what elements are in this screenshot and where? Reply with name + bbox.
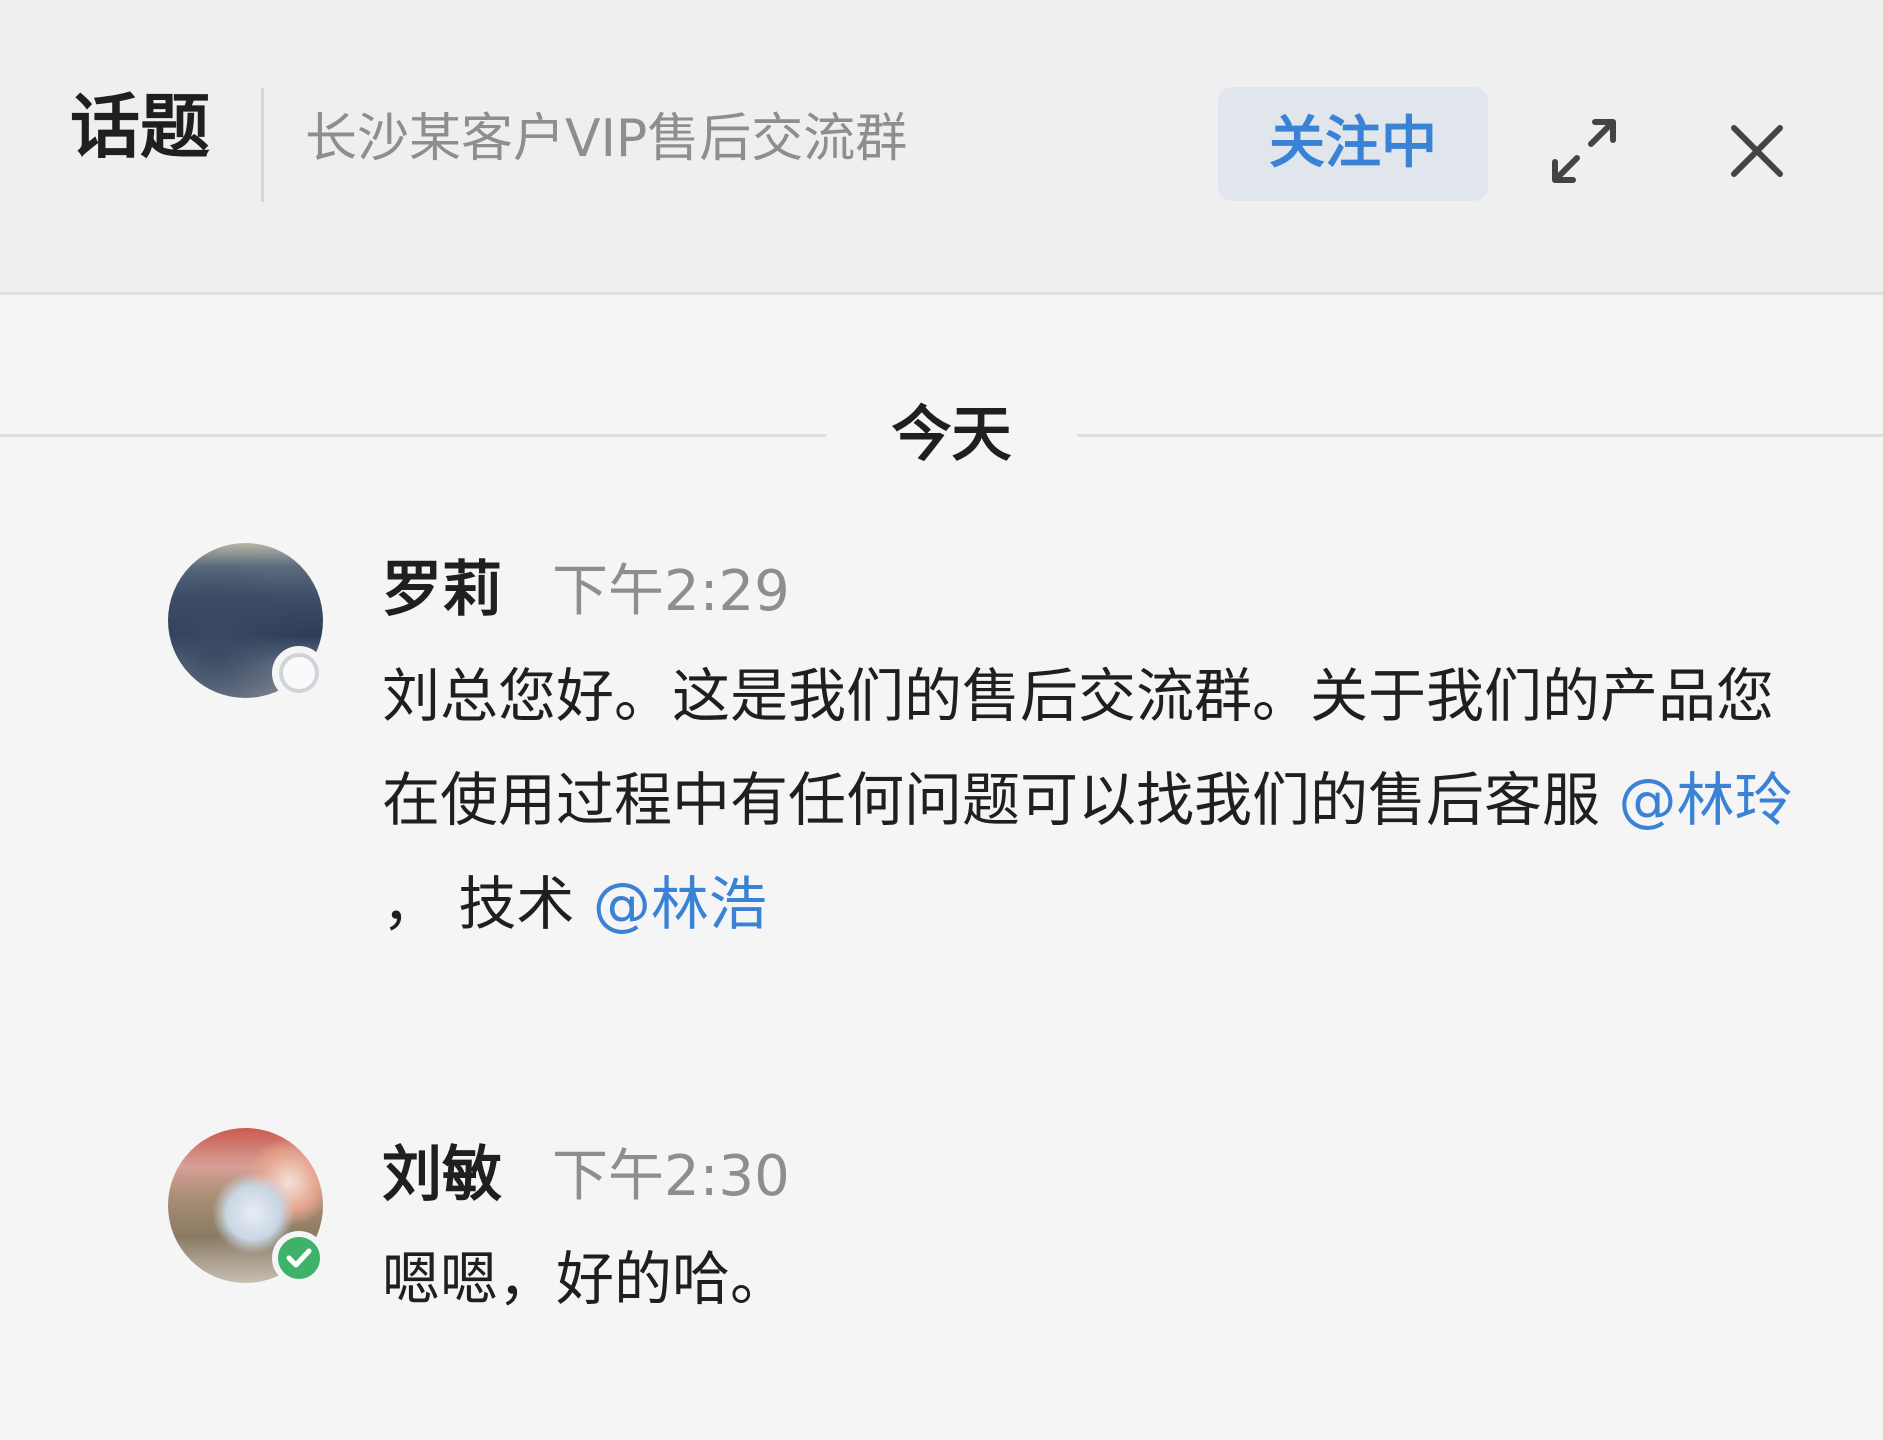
date-label: 今天 (891, 400, 1012, 470)
status-offline-icon (272, 646, 326, 700)
message-text-part: 刘总您好。这是我们的售后交流群。关于我们的产品您在使用过程中有任何问题可以找我们… (382, 662, 1775, 834)
header-divider (261, 88, 264, 202)
group-name: 长沙某客户VIP售后交流群 (305, 109, 908, 169)
sender-name[interactable]: 罗莉 (382, 560, 502, 620)
panel-title: 话题 (70, 86, 210, 168)
expand-icon[interactable] (1539, 106, 1629, 196)
close-icon[interactable] (1712, 106, 1802, 196)
status-online-icon (272, 1231, 326, 1285)
mention-link[interactable]: @林玲 (1618, 766, 1792, 834)
message-time: 下午2:30 (552, 1144, 790, 1209)
message-text-part: ， 技术 (382, 870, 593, 938)
topic-header: 话题 长沙某客户VIP售后交流群 关注中 (0, 0, 1883, 295)
mention-link[interactable]: @林浩 (593, 870, 767, 938)
follow-button[interactable]: 关注中 (1218, 87, 1488, 201)
date-line-right (1077, 434, 1883, 437)
sender-name[interactable]: 刘敏 (382, 1145, 502, 1205)
message-time: 下午2:29 (552, 559, 790, 624)
message-text: 嗯嗯，好的哈。 (382, 1245, 789, 1313)
message-text: 刘总您好。这是我们的售后交流群。关于我们的产品您在使用过程中有任何问题可以找我们… (382, 644, 1822, 956)
date-separator: 今天 (0, 400, 1883, 470)
date-line-left (0, 434, 826, 437)
